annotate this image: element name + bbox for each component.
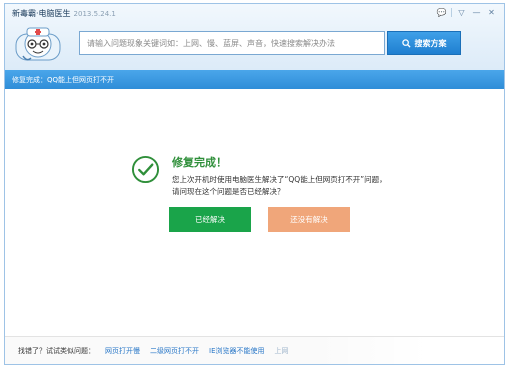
search-icon	[401, 38, 411, 48]
related-questions-bar: 找错了？试试类似问题： 网页打开慢 二级网页打不开 IE浏览器不能使用 上网	[5, 336, 504, 364]
status-text: 修复完成：QQ能上但网页打不开	[12, 76, 115, 84]
close-icon[interactable]: ✕	[485, 7, 498, 18]
search-button[interactable]: 搜索方案	[387, 31, 461, 55]
doctor-mascot-icon	[15, 27, 61, 61]
check-circle-icon	[131, 155, 160, 184]
minimize-icon[interactable]: —	[470, 7, 483, 18]
related-prompt: 找错了？试试类似问题：	[18, 347, 95, 355]
app-version: 2013.5.24.1	[73, 10, 116, 18]
window-controls: 💬 ▽ — ✕	[435, 7, 498, 18]
status-bar: 修复完成：QQ能上但网页打不开	[5, 70, 504, 89]
related-link[interactable]: 网页打开慢	[105, 346, 140, 356]
solved-button[interactable]: 已经解决	[169, 207, 251, 232]
fade-overlay	[314, 337, 504, 364]
menu-icon[interactable]: ▽	[455, 7, 468, 18]
search-button-label: 搜索方案	[414, 38, 447, 48]
result-message-line2: 请问现在这个问题是否已经解决？	[172, 187, 285, 196]
search-box	[79, 31, 385, 55]
related-link[interactable]: 二级网页打不开	[150, 346, 199, 356]
not-solved-button[interactable]: 还没有解决	[268, 207, 350, 232]
main-content: 修复完成！ 您上次开机时使用电脑医生解决了“QQ能上但网页打不开”问题， 请问现…	[5, 89, 504, 336]
related-link[interactable]: 上网	[275, 346, 289, 356]
related-link[interactable]: IE浏览器不能使用	[209, 346, 265, 356]
app-title: 新毒霸·电脑医生	[12, 9, 71, 18]
title-bar: 新毒霸·电脑医生 2013.5.24.1 💬 ▽ — ✕ 请输入问题现象关键词如…	[5, 4, 504, 70]
result-title: 修复完成！	[172, 156, 227, 169]
divider	[451, 8, 452, 17]
chat-icon[interactable]: 💬	[435, 7, 448, 18]
app-window: 新毒霸·电脑医生 2013.5.24.1 💬 ▽ — ✕ 请输入问题现象关键词如…	[4, 3, 505, 365]
window-title: 新毒霸·电脑医生 2013.5.24.1	[12, 8, 116, 19]
search-input[interactable]	[80, 32, 384, 54]
result-message-line1: 您上次开机时使用电脑医生解决了“QQ能上但网页打不开”问题，	[172, 175, 387, 184]
